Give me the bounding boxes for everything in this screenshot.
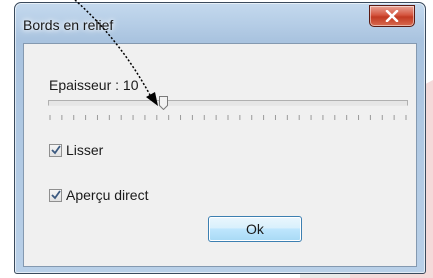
live-preview-label: Aperçu direct [66,187,149,203]
checkmark-icon [50,145,61,155]
close-button[interactable] [369,5,415,27]
checkmark-icon [50,190,61,200]
ok-button[interactable]: Ok [208,216,302,242]
thickness-slider-track[interactable] [48,100,408,106]
smooth-label: Lisser [66,142,104,158]
smooth-checkbox[interactable] [49,143,62,157]
slider-ticks [49,115,407,120]
thickness-slider-thumb[interactable] [158,96,168,110]
window-title: Bords en relief [23,17,114,33]
close-icon [385,10,399,22]
live-preview-checkbox-row[interactable]: Aperçu direct [49,187,148,203]
thickness-label: Epaisseur : 10 [49,77,139,93]
smooth-checkbox-row[interactable]: Lisser [49,142,103,158]
dialog-body: Epaisseur : 10 Lisser Aperçu direct Ok [23,43,417,267]
live-preview-checkbox[interactable] [49,188,62,202]
dialog-window: Bords en relief Epaisseur : 10 Lisser Ap… [14,2,426,274]
